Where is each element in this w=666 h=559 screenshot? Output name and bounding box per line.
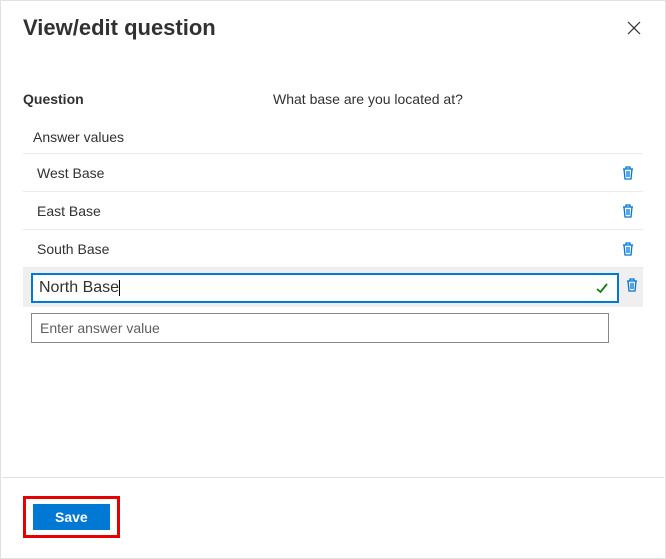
trash-icon (621, 241, 635, 257)
answer-row: East Base (23, 191, 643, 229)
trash-icon (625, 277, 639, 293)
answer-row: West Base (23, 153, 643, 191)
new-answer-row (23, 307, 643, 349)
save-button[interactable]: Save (33, 504, 110, 530)
panel-body: Question What base are you located at? A… (1, 45, 665, 349)
footer-divider (2, 477, 664, 478)
delete-answer-button[interactable] (625, 277, 639, 298)
new-answer-input[interactable] (40, 320, 600, 336)
panel-title: View/edit question (23, 15, 216, 41)
delete-answer-button[interactable] (617, 165, 639, 181)
new-answer-field-wrap (31, 313, 609, 343)
close-icon (627, 21, 641, 35)
answer-edit-field[interactable]: North Base (31, 273, 619, 303)
answer-values-label: Answer values (33, 129, 643, 145)
answer-value-text[interactable]: West Base (37, 165, 617, 181)
text-caret (119, 280, 120, 296)
confirm-edit-button[interactable] (593, 281, 611, 295)
answer-edit-value: North Base (39, 279, 119, 297)
question-row: Question What base are you located at? (23, 91, 643, 107)
panel-footer: Save (23, 496, 120, 538)
edit-question-panel: View/edit question Question What base ar… (0, 0, 666, 559)
save-button-highlight: Save (23, 496, 120, 538)
trash-icon (621, 165, 635, 181)
answer-value-text[interactable]: East Base (37, 203, 617, 219)
checkmark-icon (595, 281, 609, 295)
answer-row: South Base (23, 229, 643, 267)
answer-values-list: West Base East Base South Base No (23, 153, 643, 349)
panel-header: View/edit question (1, 1, 665, 45)
close-button[interactable] (625, 19, 643, 37)
question-label: Question (23, 91, 273, 107)
delete-answer-button[interactable] (617, 241, 639, 257)
delete-answer-button[interactable] (617, 203, 639, 219)
answer-value-text[interactable]: South Base (37, 241, 617, 257)
trash-icon (621, 203, 635, 219)
question-text: What base are you located at? (273, 91, 463, 107)
answer-row-editing: North Base (23, 267, 643, 307)
